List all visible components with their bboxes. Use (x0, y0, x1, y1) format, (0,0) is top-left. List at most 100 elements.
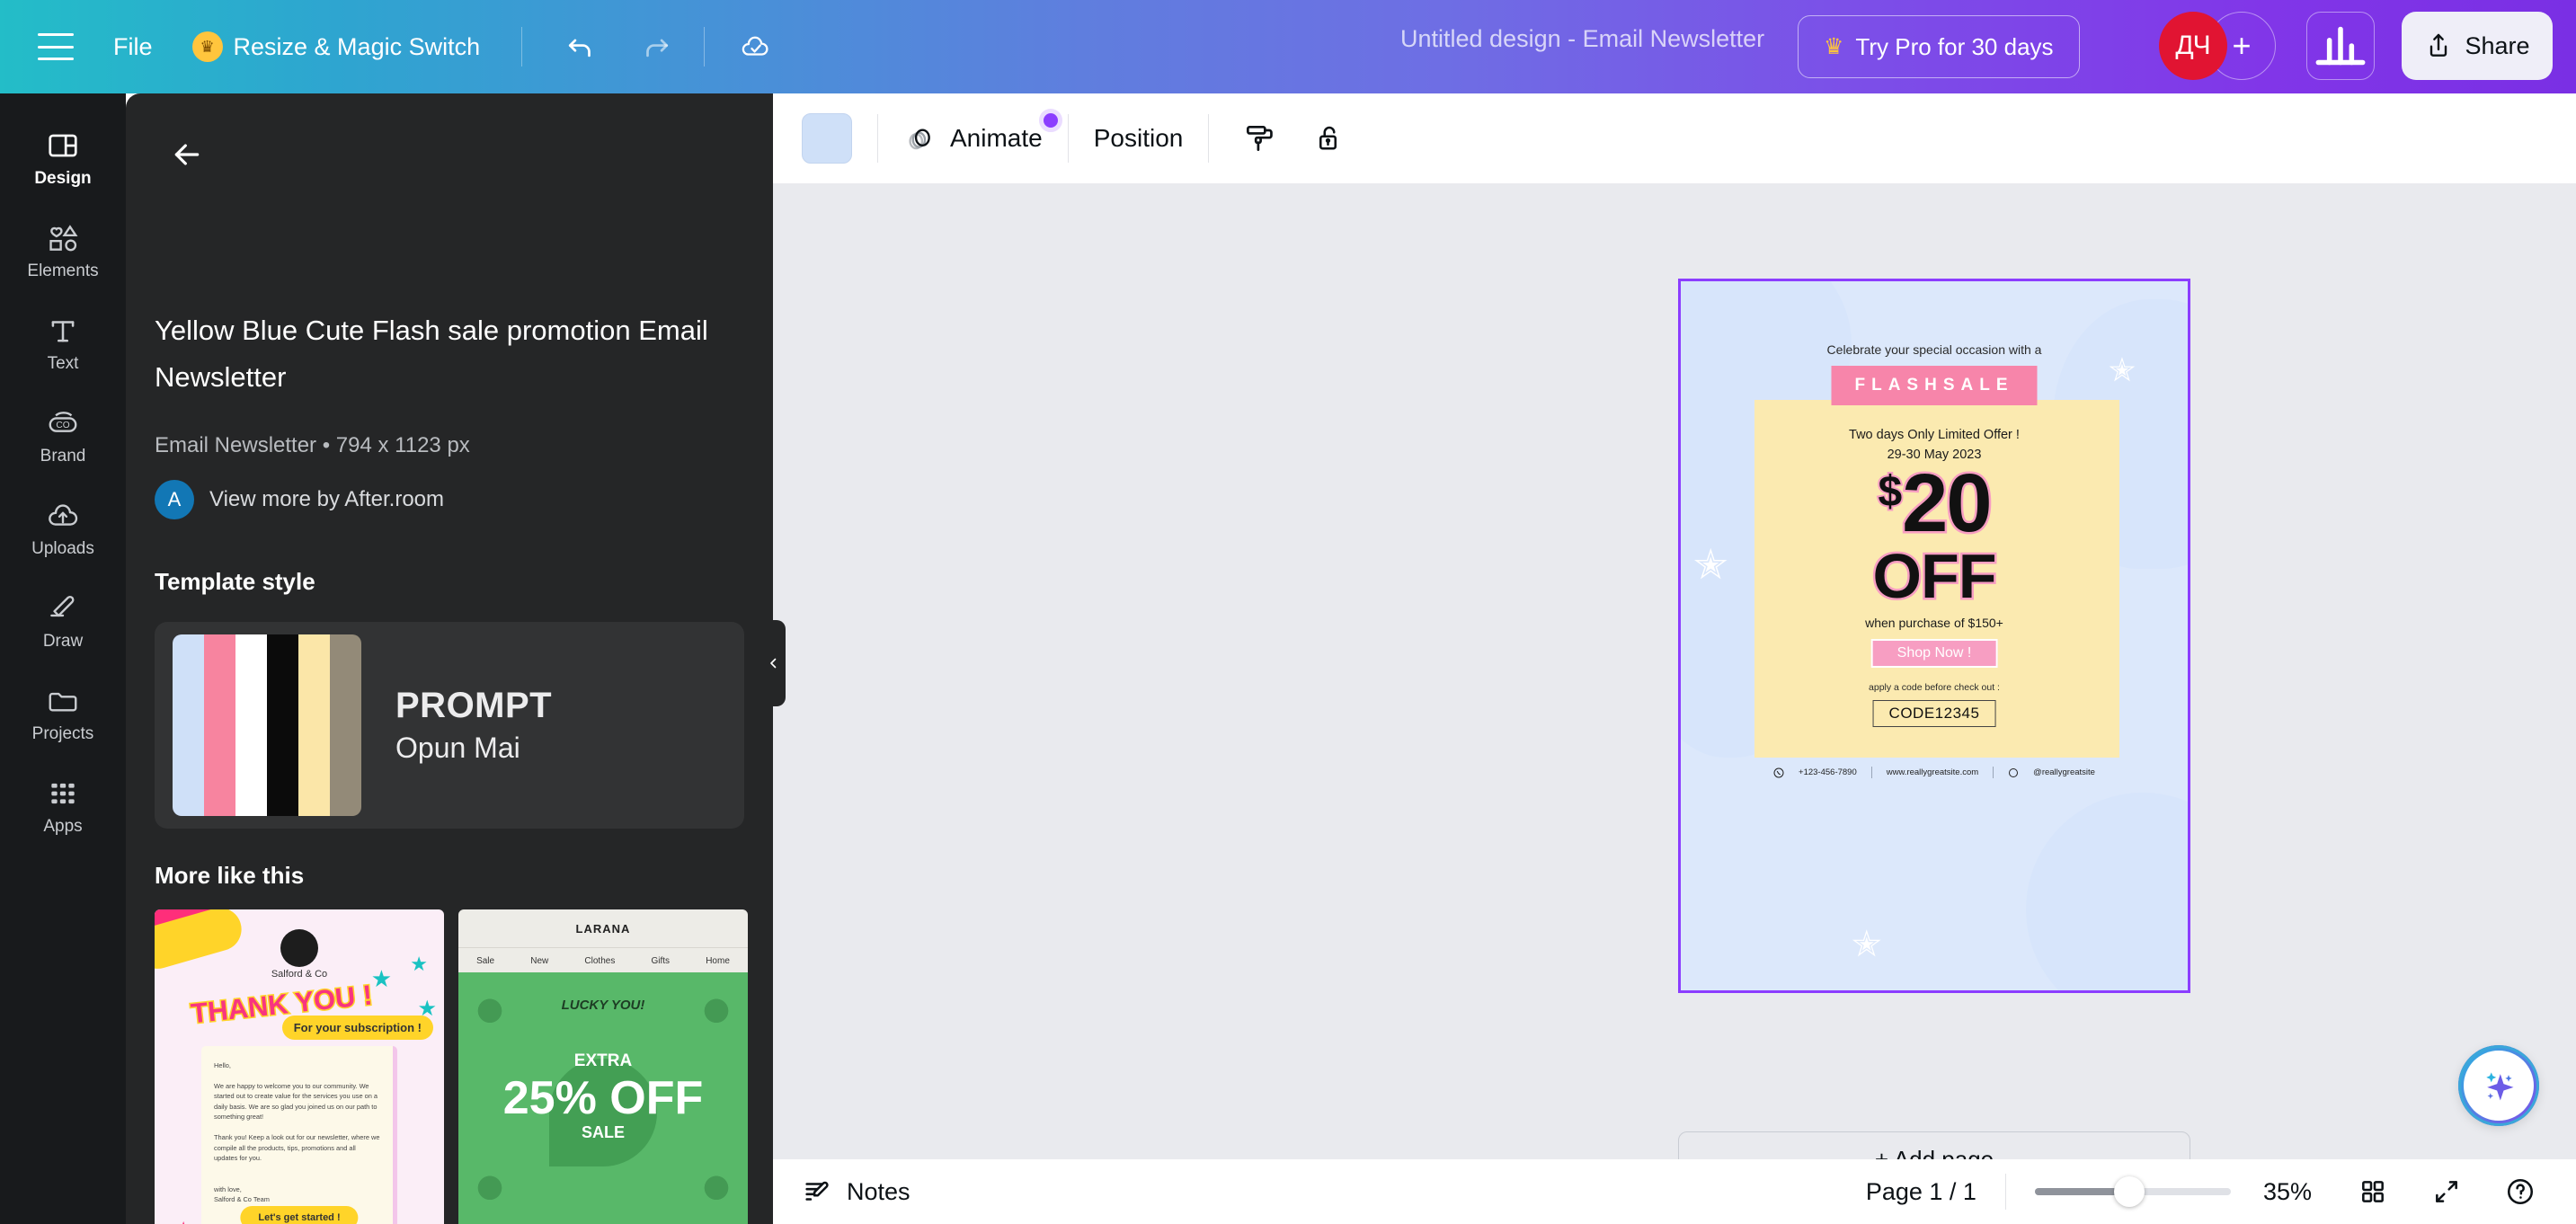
expand-icon[interactable] (2421, 1166, 2472, 1217)
style-name: PROMPT (395, 686, 553, 725)
nav-item: New (530, 956, 549, 966)
grid-dots-icon (46, 776, 80, 812)
crown-icon: ♛ (1824, 34, 1844, 59)
style-swatches (173, 634, 361, 816)
panel-collapse-button[interactable] (762, 620, 786, 706)
hamburger-icon[interactable] (38, 33, 74, 60)
phone-icon (1773, 767, 1784, 777)
cloud-check-icon[interactable] (730, 22, 780, 72)
grid-view-icon[interactable] (2348, 1166, 2398, 1217)
magic-sparkle-icon (2486, 1072, 2514, 1101)
zoom-slider-knob[interactable] (2113, 1176, 2145, 1207)
offer-line-1: Two days Only Limited Offer ! (1849, 428, 2020, 442)
sidebar-item-elements[interactable]: Elements (0, 204, 126, 297)
sidebar-item-brand[interactable]: CO Brand (0, 389, 126, 482)
notes-label: Notes (847, 1177, 910, 1205)
template-style-card[interactable]: PROMPT Opun Mai (155, 622, 744, 829)
shop-now-button[interactable]: Shop Now ! (1870, 639, 1998, 668)
sidebar-item-apps[interactable]: Apps (0, 759, 126, 852)
apply-code-text: apply a code before check out : (1869, 682, 2000, 693)
share-button[interactable]: Share (2402, 12, 2553, 80)
author-label: View more by After.room (209, 487, 444, 511)
position-label: Position (1093, 124, 1184, 152)
thumb-logo (280, 929, 318, 967)
sidebar-label-text: Text (47, 353, 79, 373)
animate-button[interactable]: Animate (903, 109, 1062, 155)
zoom-slider[interactable] (2034, 1176, 2231, 1207)
help-circle-icon[interactable] (2495, 1166, 2545, 1217)
undo-icon[interactable] (556, 22, 607, 72)
thumb-extra: EXTRA (573, 1051, 633, 1070)
page-counter: Page 1 / 1 (1865, 1177, 1976, 1205)
sidebar-item-uploads[interactable]: Uploads (0, 482, 126, 574)
share-label: Share (2465, 31, 2530, 59)
try-pro-button[interactable]: ♛ Try Pro for 30 days (1798, 15, 2080, 78)
divider (1870, 767, 1872, 778)
purchase-condition: when purchase of $150+ (1865, 616, 2003, 630)
style-info: PROMPT Opun Mai (395, 686, 552, 765)
document-title[interactable]: Untitled design - Email Newsletter (1400, 25, 1764, 53)
more-like-this-heading: More like this (155, 862, 305, 889)
divider (2004, 1174, 2006, 1210)
bottom-bar: Notes Page 1 / 1 35% (773, 1159, 2576, 1224)
off-label: OFF (1870, 539, 1999, 614)
list-item[interactable]: LARANA Sale New Clothes Gifts Home LUCKY… (458, 909, 748, 1224)
currency-symbol: $ (1876, 468, 1904, 516)
shapes-icon (46, 220, 80, 256)
design-artwork: Celebrate your special occasion with a ✭… (1681, 281, 2188, 990)
thumb-cta: Let's get started ! (240, 1206, 359, 1224)
star-icon: ★ (410, 953, 428, 975)
redo-icon[interactable] (630, 22, 680, 72)
nav-item: Clothes (584, 956, 616, 966)
star-icon: ✭ (1852, 925, 1882, 964)
design-canvas[interactable]: Celebrate your special occasion with a ✭… (1678, 279, 2190, 993)
element-toolbar: Animate Position (773, 93, 2576, 183)
toolbar-divider (521, 27, 523, 67)
notes-button[interactable]: Notes (802, 1176, 910, 1207)
circle-icon (2009, 767, 2019, 777)
resize-magic-switch-button[interactable]: ♛ Resize & Magic Switch (191, 31, 480, 62)
sidebar-label-projects: Projects (31, 723, 94, 743)
zoom-level[interactable]: 35% (2263, 1178, 2312, 1206)
thumb-lucky: LUCKY YOU! (561, 998, 645, 1013)
animate-layers-icon (909, 129, 930, 150)
sidebar-item-draw[interactable]: Draw (0, 574, 126, 667)
file-menu-button[interactable]: File (113, 33, 153, 61)
sidebar-item-design[interactable]: Design (0, 111, 126, 204)
back-arrow-icon[interactable] (164, 131, 210, 178)
toolbar-divider (877, 114, 878, 163)
chevron-left-icon (770, 658, 777, 669)
magic-studio-button[interactable] (2461, 1048, 2536, 1123)
list-item[interactable]: Salford & Co ★ ★ ★ THANK YOU ! For your … (155, 909, 444, 1224)
sidebar-label-apps: Apps (43, 816, 83, 836)
avatar[interactable]: ДЧ (2159, 12, 2227, 80)
sidebar-label-uploads: Uploads (31, 538, 94, 558)
thumb-percent: 25% OFF (502, 1072, 704, 1124)
sidebar-label-brand: Brand (40, 446, 86, 466)
sidebar-item-projects[interactable]: Projects (0, 667, 126, 759)
star-icon: ★ (370, 965, 392, 992)
notes-pencil-icon (805, 1181, 829, 1201)
template-thumbnails: Salford & Co ★ ★ ★ THANK YOU ! For your … (155, 909, 748, 1224)
sidebar-label-design: Design (34, 168, 92, 188)
position-button[interactable]: Position (1094, 124, 1184, 153)
paint-roller-icon[interactable] (1234, 113, 1284, 164)
top-bar: File ♛ Resize & Magic Switch Untitled de… (0, 0, 2576, 93)
file-menu-label: File (113, 32, 153, 60)
animate-badge (1038, 109, 1062, 132)
text-t-icon (46, 313, 80, 349)
brand-co-icon: CO (46, 405, 80, 441)
nav-item: Gifts (651, 956, 671, 966)
toolbar-divider-3 (1208, 114, 1210, 163)
color-swatch-button[interactable] (802, 113, 852, 164)
template-title: Yellow Blue Cute Flash sale promotion Em… (155, 315, 708, 393)
cloud-up-icon (46, 498, 80, 534)
star-icon: ✭ (2108, 351, 2136, 388)
thumb-body: Hello, We are happy to welcome you to ou… (201, 1046, 397, 1224)
author-link[interactable]: A View more by After.room (155, 480, 444, 519)
insights-button[interactable] (2306, 12, 2375, 80)
try-pro-label: Try Pro for 30 days (1855, 32, 2054, 60)
divider (1993, 767, 1994, 778)
sidebar-item-text[interactable]: Text (0, 297, 126, 389)
unlock-icon[interactable] (1304, 113, 1355, 164)
